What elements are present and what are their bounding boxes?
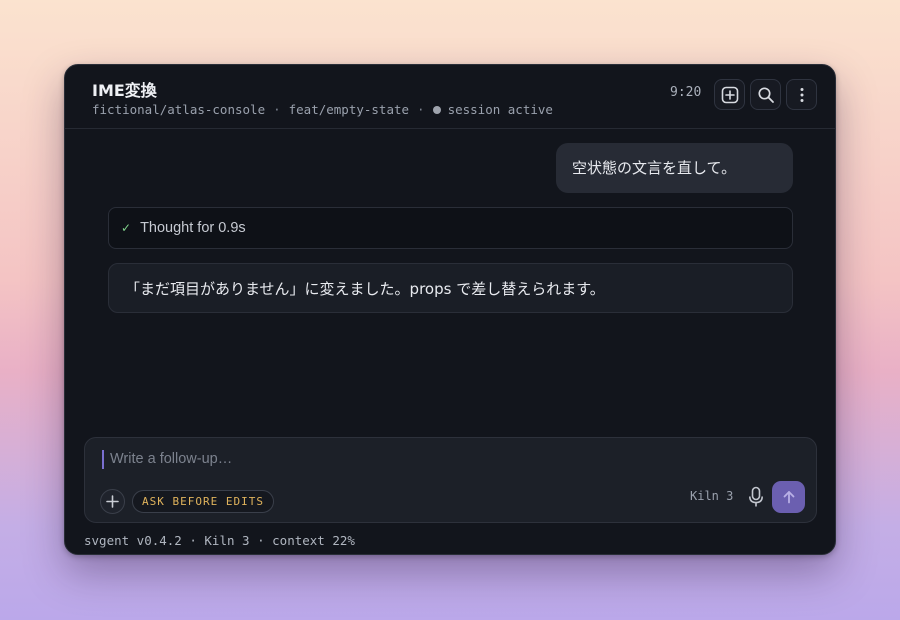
branch-name: feat/empty-state xyxy=(288,102,410,117)
more-button[interactable] xyxy=(786,79,817,110)
separator: · xyxy=(417,102,425,117)
session-info: fictional/atlas-console · feat/empty-sta… xyxy=(92,102,553,117)
attach-button[interactable] xyxy=(100,489,125,514)
mic-button[interactable] xyxy=(745,485,767,509)
text-caret xyxy=(102,450,104,469)
clock-time: 9:20 xyxy=(670,85,702,100)
send-button[interactable] xyxy=(772,481,805,513)
model-selector[interactable]: Kiln 3 xyxy=(690,489,733,503)
window-header: IME変換 fictional/atlas-console · feat/emp… xyxy=(65,65,835,129)
search-button[interactable] xyxy=(750,79,781,110)
session-status: session active xyxy=(447,102,553,117)
repo-name: fictional/atlas-console xyxy=(92,102,266,117)
page-title: IME変換 xyxy=(92,81,157,100)
user-message: 空状態の文言を直して。 xyxy=(556,143,793,193)
composer: ASK BEFORE EDITS Kiln 3 xyxy=(84,437,817,523)
assistant-message: 「まだ項目がありません」に変えました。props で差し替えられます。 xyxy=(108,263,793,313)
thought-disclosure[interactable]: ✓ Thought for 0.9s xyxy=(108,207,793,249)
new-chat-button[interactable] xyxy=(714,79,745,110)
follow-up-input[interactable] xyxy=(110,448,610,470)
plus-square-icon xyxy=(721,86,738,103)
checkmark-icon: ✓ xyxy=(121,221,132,235)
microphone-icon xyxy=(749,486,763,507)
status-dot-icon xyxy=(432,105,441,114)
mode-badge[interactable]: ASK BEFORE EDITS xyxy=(132,490,274,513)
search-icon xyxy=(757,86,774,103)
status-footer: svgent v0.4.2 · Kiln 3 · context 22% xyxy=(84,533,355,548)
plus-icon xyxy=(106,495,119,508)
arrow-up-icon xyxy=(783,491,794,504)
separator: · xyxy=(273,102,281,117)
vertical-ellipsis-icon xyxy=(800,87,803,102)
agent-window: IME変換 fictional/atlas-console · feat/emp… xyxy=(64,64,836,555)
thought-label: Thought for 0.9s xyxy=(140,220,246,236)
